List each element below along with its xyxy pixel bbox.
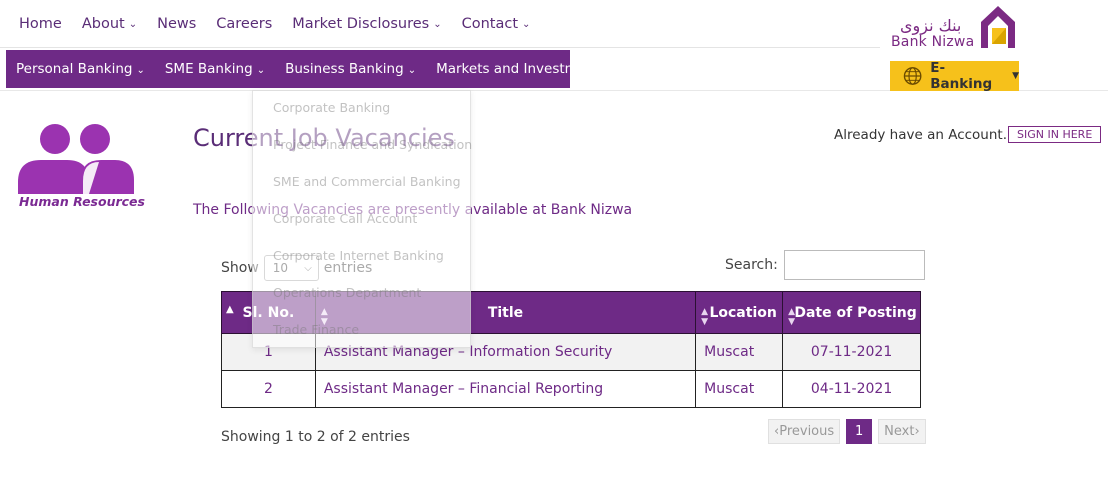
nav-market-disclosures[interactable]: Market Disclosures ⌄ (282, 0, 451, 47)
col-header-date[interactable]: ▲ ▼ Date of Posting (782, 291, 921, 334)
menu-markets-investments[interactable]: Markets and Investments ⌄ (426, 61, 629, 77)
main-menu: Personal Banking ⌄ SME Banking ⌄ Business … (6, 50, 619, 88)
cell-location: Muscat (695, 370, 784, 408)
menu-personal-banking[interactable]: Personal Banking ⌄ (6, 61, 155, 77)
caret-down-icon: ▼ (1012, 71, 1019, 81)
globe-icon (903, 67, 922, 85)
nav-about[interactable]: About ⌄ (72, 0, 147, 47)
col-header-location[interactable]: ▲ ▼ Location (695, 291, 784, 334)
account-text: Already have an Account. (834, 126, 1008, 143)
bank-logo[interactable]: بنك نزوى Bank Nizwa (890, 4, 1020, 50)
chevron-down-icon: ⌄ (522, 19, 531, 30)
chevron-down-icon: ⌄ (611, 64, 620, 76)
chevron-right-icon: › (914, 424, 920, 439)
table-row: 2 Assistant Manager – Financial Reportin… (221, 370, 921, 408)
cell-sl-no: 2 (221, 370, 316, 408)
sort-icon: ▲▼ (788, 307, 796, 327)
chevron-down-icon: ⌄ (128, 19, 138, 30)
cell-date: 04-11-2021 (782, 370, 921, 408)
sign-in-button[interactable]: SIGN IN HERE (1008, 126, 1102, 143)
e-banking-label: E-Banking (930, 60, 993, 92)
cell-title-link[interactable]: Assistant Manager – Financial Reporting (314, 370, 697, 408)
sort-icon: ▲▼ (701, 307, 709, 327)
dropdown-item-project-finance[interactable]: Project Finance and Syndication (273, 137, 472, 152)
people-icon (18, 124, 134, 194)
nav-contact[interactable]: Contact ⌄ (452, 0, 541, 47)
search-input[interactable] (783, 250, 925, 280)
previous-button[interactable]: ‹ Previous (768, 419, 841, 444)
logo-arabic: بنك نزوى (900, 16, 962, 35)
dropdown-item-corporate-banking[interactable]: Corporate Banking (273, 100, 390, 115)
next-button[interactable]: Next › (878, 419, 926, 444)
e-banking-button[interactable]: E-Banking ▼ (890, 60, 1019, 92)
sort-asc-icon: ▲ (226, 304, 234, 315)
chevron-down-icon: ⌄ (407, 64, 417, 76)
menu-business-banking[interactable]: Business Banking ⌄ (275, 61, 426, 77)
cell-date: 07-11-2021 (782, 333, 921, 371)
dropdown-item-operations[interactable]: Operations Department (273, 285, 421, 300)
chevron-down-icon: ⌄ (256, 64, 266, 76)
page-1-button[interactable]: 1 (846, 419, 873, 444)
cell-location: Muscat (695, 333, 784, 371)
dropdown-item-trade-finance[interactable]: Trade Finance (273, 322, 359, 337)
logo-latin: Bank Nizwa (891, 34, 975, 50)
nav-home[interactable]: Home (0, 0, 72, 47)
hr-caption: Human Resources (19, 194, 145, 209)
pagination: ‹ Previous 1 Next › (768, 419, 926, 444)
chevron-down-icon: ⌄ (136, 64, 145, 76)
dropdown-item-corporate-internet-banking[interactable]: Corporate Internet Banking (273, 248, 444, 263)
search-label: Search: (725, 257, 778, 273)
menu-sme-banking[interactable]: SME Banking ⌄ (155, 61, 275, 77)
chevron-down-icon: ⌄ (433, 19, 442, 30)
table-search: Search: (725, 250, 925, 280)
table-info: Showing 1 to 2 of 2 entries (221, 429, 410, 445)
top-nav: Home About ⌄ News Careers Market Disclosu… (0, 0, 880, 48)
nav-news[interactable]: News (147, 0, 206, 47)
account-prompt: Already have an Account. SIGN IN HERE (834, 126, 1102, 143)
logo-mark-icon (981, 6, 1015, 48)
human-resources-logo: Human Resources (17, 120, 145, 212)
dropdown-item-corporate-call-account[interactable]: Corporate Call Account (273, 211, 417, 226)
business-banking-dropdown: Corporate Banking Project Finance and Sy… (252, 90, 472, 348)
nav-careers[interactable]: Careers (206, 0, 282, 47)
dropdown-item-sme-commercial[interactable]: SME and Commercial Banking (273, 174, 461, 189)
